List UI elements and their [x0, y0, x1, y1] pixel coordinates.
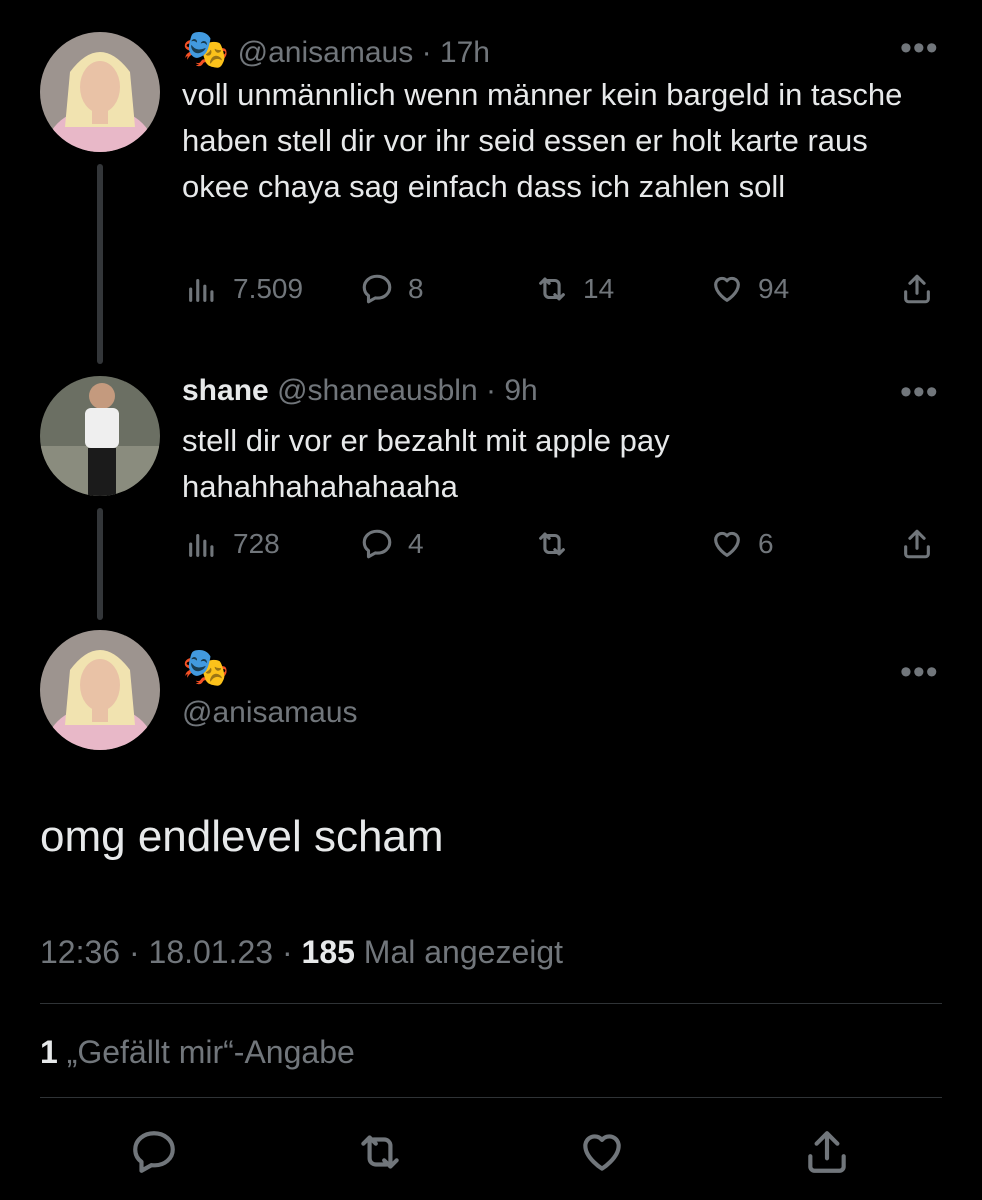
tweet2-like[interactable]: 6	[710, 527, 774, 561]
avatar-anisamaus[interactable]	[40, 32, 160, 152]
main-retweet-button[interactable]	[355, 1127, 405, 1182]
tweet2-views-count: 728	[233, 528, 280, 559]
reply-icon	[133, 1131, 175, 1173]
tweet2-reply[interactable]: 4	[360, 527, 424, 561]
main-views-count: 185	[301, 934, 355, 970]
main-like-button[interactable]	[577, 1127, 627, 1182]
main-more-icon[interactable]: •••	[900, 655, 939, 689]
theater-masks-icon: 🎭	[182, 29, 230, 71]
main-views-label: Mal angezeigt	[363, 934, 564, 970]
tweet1-handle[interactable]: @anisamaus	[238, 36, 414, 69]
reply-icon	[362, 274, 392, 304]
tweet1-time[interactable]: · 17h	[422, 36, 490, 69]
retweet-icon	[539, 532, 565, 556]
thread-line	[97, 164, 103, 364]
tweet2-time[interactable]: · 9h	[486, 374, 538, 407]
like-icon	[583, 1134, 621, 1171]
tweet2-more-icon[interactable]: •••	[900, 375, 939, 409]
main-handle[interactable]: @anisamaus	[182, 696, 358, 730]
avatar-shane[interactable]	[40, 376, 160, 496]
avatar-anisamaus[interactable]	[40, 630, 160, 750]
share-icon	[808, 1131, 846, 1173]
tweet1-like[interactable]: 94	[710, 272, 789, 306]
main-share-button[interactable]	[802, 1127, 852, 1182]
tweet2-share[interactable]	[900, 527, 948, 561]
main-reply-button[interactable]	[129, 1127, 179, 1182]
tweet1-more-icon[interactable]: •••	[900, 31, 939, 65]
avatar-image	[40, 376, 160, 496]
tweet2-reply-count: 4	[408, 528, 424, 559]
main-likes-label: „Gefällt mir“-Angabe	[66, 1034, 355, 1070]
tweet2-retweet[interactable]	[535, 527, 583, 561]
reply-icon	[362, 529, 392, 559]
tweet1-reply-count: 8	[408, 273, 424, 304]
share-icon	[904, 274, 930, 304]
views-icon	[189, 533, 214, 557]
main-meta: 12:36 · 18.01.23 · 185 Mal angezeigt	[40, 934, 563, 971]
divider	[40, 1003, 942, 1004]
divider	[40, 1097, 942, 1098]
main-likes[interactable]: 1 „Gefällt mir“-Angabe	[40, 1034, 355, 1071]
main-likes-count: 1	[40, 1034, 58, 1070]
like-icon	[714, 276, 740, 302]
thread-line	[97, 508, 103, 620]
main-time[interactable]: 12:36	[40, 934, 120, 970]
tweet2-name[interactable]: shane	[182, 374, 269, 407]
share-icon	[904, 529, 930, 559]
tweet1-views-count: 7.509	[233, 273, 304, 304]
main-tweet-text: omg endlevel scham	[40, 812, 444, 861]
retweet-icon	[539, 277, 565, 301]
theater-masks-icon: 🎭	[182, 647, 230, 689]
tweet2-header: shane @shaneausbln · 9h	[182, 374, 538, 408]
tweet1-views[interactable]: 7.509	[185, 272, 303, 306]
tweet1-header: 🎭 @anisamaus · 17h	[182, 30, 490, 70]
avatar-image	[40, 630, 160, 750]
tweet2-like-count: 6	[758, 528, 774, 559]
avatar-image	[40, 32, 160, 152]
tweet1-text: voll unmännlich wenn männer kein bargeld…	[182, 77, 903, 204]
tweet1-retweet[interactable]: 14	[535, 272, 614, 306]
tweet2-handle[interactable]: @shaneausbln	[277, 374, 478, 407]
tweet1-retweet-count: 14	[583, 273, 615, 304]
views-icon	[189, 278, 214, 302]
main-date: · 18.01.23 ·	[128, 934, 293, 970]
tweet2-views[interactable]: 728	[185, 527, 280, 561]
tweet1-like-count: 94	[758, 273, 790, 304]
tweet1-share[interactable]	[900, 272, 948, 306]
like-icon	[714, 531, 740, 557]
retweet-icon	[361, 1135, 399, 1169]
tweet2-text: stell dir vor er bezahlt mit apple pay h…	[182, 423, 670, 504]
tweet1-reply[interactable]: 8	[360, 272, 424, 306]
